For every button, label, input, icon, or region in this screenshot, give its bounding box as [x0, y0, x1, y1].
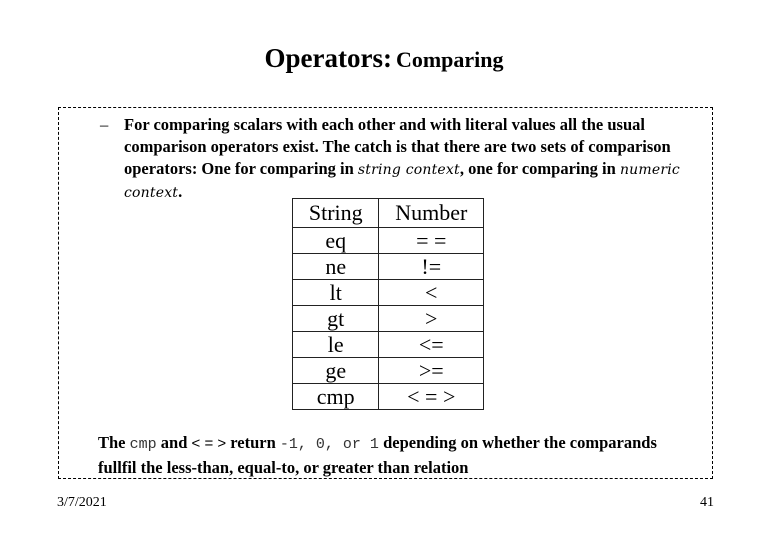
number-operator: <: [378, 279, 484, 306]
number-operator: >: [378, 305, 484, 332]
note-text: The: [98, 433, 130, 452]
string-operator: ne: [291, 253, 380, 280]
string-operator: le: [291, 331, 380, 358]
table-row: eq = =: [291, 227, 484, 254]
number-operator: <=: [378, 331, 484, 358]
cmp-note: The cmp and < = > return -1, 0, or 1 dep…: [98, 431, 698, 479]
table-header-row: String Number: [291, 198, 484, 228]
bullet-text-part: .: [178, 182, 183, 201]
string-operator: ge: [291, 357, 380, 384]
code-return-values: -1, 0, or 1: [279, 436, 379, 453]
code-spaceship: < = >: [191, 435, 227, 452]
string-operator: cmp: [291, 383, 380, 410]
header-string: String: [291, 198, 380, 228]
table-row: ge >=: [291, 357, 484, 384]
number-operator: = =: [378, 227, 484, 254]
table-row: cmp < = >: [291, 383, 484, 410]
table-row: lt <: [291, 279, 484, 306]
number-operator: >=: [378, 357, 484, 384]
string-operator: lt: [291, 279, 380, 306]
operators-table: String Number eq = = ne != lt < gt > le …: [291, 198, 484, 410]
slide-title-sub: Comparing: [395, 47, 504, 72]
string-operator: gt: [291, 305, 380, 332]
footer-page-number: 41: [700, 495, 714, 510]
note-text: return: [226, 433, 280, 452]
bullet-text: For comparing scalars with each other an…: [124, 114, 700, 204]
code-cmp: cmp: [129, 436, 157, 453]
table-row: ne !=: [291, 253, 484, 280]
table-row: gt >: [291, 305, 484, 332]
slide-title-main: Operators:: [264, 43, 392, 73]
bullet-text-part: , one for comparing in: [459, 159, 620, 178]
bullet-paragraph: – For comparing scalars with each other …: [100, 114, 700, 204]
note-text: and: [156, 433, 192, 452]
footer-date: 3/7/2021: [57, 495, 107, 510]
number-operator: < = >: [378, 383, 484, 410]
string-operator: eq: [291, 227, 380, 254]
bullet-dash: –: [100, 115, 109, 134]
slide-title: Operators: Comparing: [0, 43, 768, 74]
table-row: le <=: [291, 331, 484, 358]
number-operator: !=: [378, 253, 484, 280]
header-number: Number: [378, 198, 484, 228]
emphasis-string-context: string context: [357, 162, 460, 178]
